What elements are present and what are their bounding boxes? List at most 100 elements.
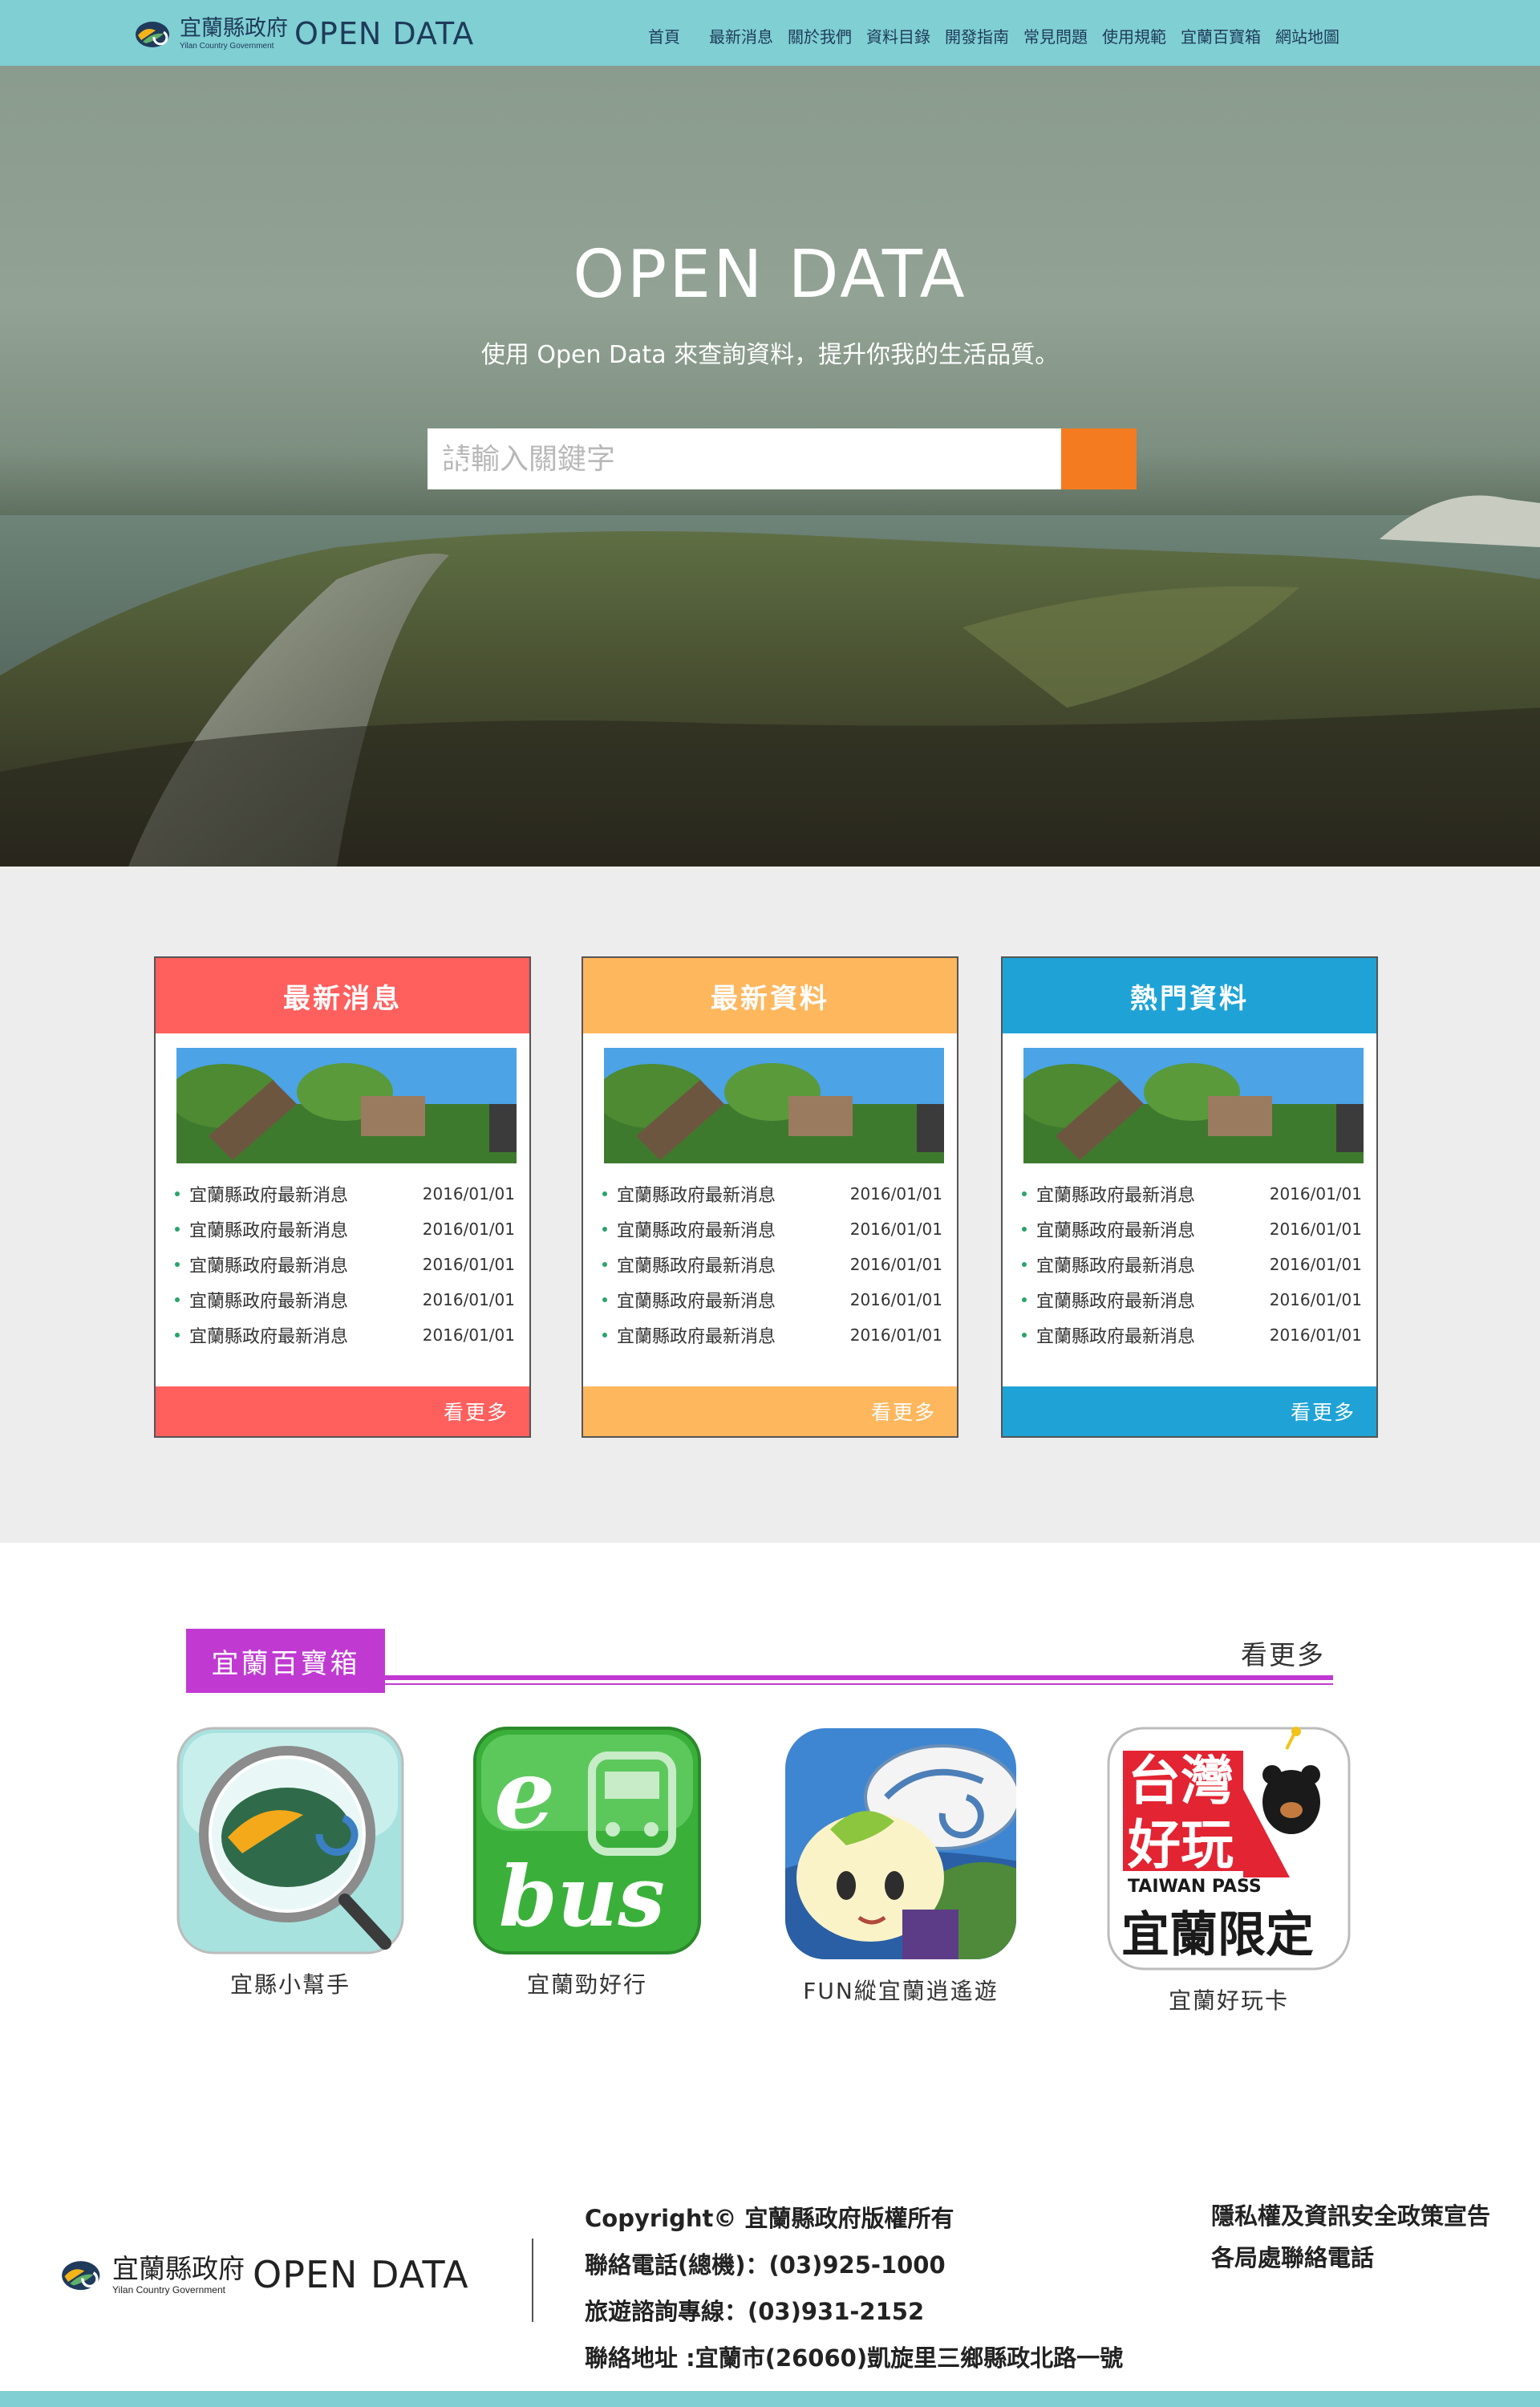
panel-header: 最新資料 (583, 958, 957, 1033)
ebus-icon: e bus (473, 1727, 701, 1954)
nav-about[interactable]: 關於我們 (788, 24, 852, 47)
panel-photo (1023, 1048, 1364, 1163)
site-logo[interactable]: 宜蘭縣政府 Yilan Country Government OPEN DATA (135, 13, 474, 55)
yilan-logo-icon (136, 22, 169, 47)
item-title: 宜蘭縣政府最新消息 (175, 1287, 348, 1313)
see-more-button[interactable]: 看更多 (1003, 1386, 1376, 1436)
list-item[interactable]: 宜蘭縣政府最新消息 2016/01/01 (602, 1282, 942, 1317)
address-text: 聯絡地址 :宜蘭市(26060)凱旋里三鄉縣政北路一號 (585, 2344, 1124, 2372)
list-item[interactable]: 宜蘭縣政府最新消息 2016/01/01 (175, 1212, 515, 1247)
nav-dev-guide[interactable]: 開發指南 (945, 24, 1009, 47)
list-item[interactable]: 宜蘭縣政府最新消息 2016/01/01 (1022, 1247, 1362, 1282)
item-title: 宜蘭縣政府最新消息 (1022, 1181, 1195, 1207)
info-panels: 最新消息 宜蘭縣政府最新消息 2016/01/01 宜蘭縣政府最新消息 2016/0… (0, 867, 1540, 1543)
copyright-text: Copyright© 宜蘭縣政府版權所有 (585, 2205, 954, 2232)
app-fun-yilan-tour[interactable]: FUN縱宜蘭逍遙遊 (782, 1725, 1019, 2006)
item-title: 宜蘭縣政府最新消息 (175, 1181, 348, 1207)
app-ebus[interactable]: e bus 宜蘭勁好行 (472, 1725, 703, 1999)
panel-photo (604, 1048, 944, 1163)
see-more-button[interactable]: 看更多 (583, 1386, 957, 1436)
item-date: 2016/01/01 (422, 1325, 515, 1345)
item-date: 2016/01/01 (849, 1255, 942, 1274)
nav-sitemap[interactable]: 網站地圖 (1275, 24, 1339, 47)
search-bar (428, 428, 1137, 489)
item-title: 宜蘭縣政府最新消息 (1022, 1216, 1195, 1242)
footer-contact-info: Copyright© 宜蘭縣政府版權所有 聯絡電話(總機)：(03)925-10… (585, 2195, 1123, 2381)
tour-hotline-text: 旅遊諮詢專線：(03)931-2152 (585, 2298, 925, 2325)
privacy-policy-link[interactable]: 隱私權及資訊安全政策宣告 (1211, 2195, 1490, 2237)
list-item[interactable]: 宜蘭縣政府最新消息 2016/01/01 (175, 1247, 515, 1282)
item-date: 2016/01/01 (1269, 1184, 1362, 1204)
panel-latest-news: 最新消息 宜蘭縣政府最新消息 2016/01/01 宜蘭縣政府最新消息 2016/0… (154, 956, 531, 1438)
app-label: 宜縣小幫手 (229, 1971, 351, 1998)
toolbox-header: 宜蘭百寶箱 看更多 (186, 1629, 1333, 1693)
yilan-logo-icon (62, 2261, 100, 2291)
nav-faq[interactable]: 常見問題 (1023, 24, 1088, 47)
footer-links: 隱私權及資訊安全政策宣告 各局處聯絡電話 (1211, 2195, 1490, 2279)
logo-chinese-name: 宜蘭縣政府 (180, 15, 288, 41)
data-list: 宜蘭縣政府最新消息 2016/01/01 宜蘭縣政府最新消息 2016/01/01 … (602, 1176, 942, 1353)
search-input[interactable] (428, 428, 1061, 489)
list-item[interactable]: 宜蘭縣政府最新消息 2016/01/01 (602, 1176, 942, 1212)
item-title: 宜蘭縣政府最新消息 (1022, 1252, 1195, 1277)
pass-text-yilan-only: 宜蘭限定 (1121, 1907, 1314, 1963)
toolbox-title: 宜蘭百寶箱 (186, 1629, 385, 1693)
nav-home[interactable]: 首頁 (648, 24, 680, 47)
item-title: 宜蘭縣政府最新消息 (602, 1252, 776, 1277)
item-title: 宜蘭縣政府最新消息 (602, 1181, 776, 1207)
list-item[interactable]: 宜蘭縣政府最新消息 2016/01/01 (602, 1212, 942, 1247)
magnifier-logo-icon (176, 1727, 404, 1954)
nav-terms[interactable]: 使用規範 (1102, 24, 1166, 47)
item-date: 2016/01/01 (849, 1325, 942, 1345)
item-date: 2016/01/01 (1269, 1290, 1362, 1309)
footer-divider (532, 2239, 533, 2322)
header: 宜蘭縣政府 Yilan Country Government OPEN DATA… (0, 0, 1540, 66)
list-item[interactable]: 宜蘭縣政府最新消息 2016/01/01 (1022, 1317, 1362, 1353)
toolbox-see-more-link[interactable]: 看更多 (1241, 1634, 1325, 1672)
item-title: 宜蘭縣政府最新消息 (602, 1322, 776, 1348)
item-date: 2016/01/01 (849, 1290, 942, 1309)
footer-logo-open-data: OPEN DATA (253, 2253, 469, 2296)
popular-list: 宜蘭縣政府最新消息 2016/01/01 宜蘭縣政府最新消息 2016/01/01 … (1022, 1176, 1362, 1353)
list-item[interactable]: 宜蘭縣政府最新消息 2016/01/01 (175, 1282, 515, 1317)
news-list: 宜蘭縣政府最新消息 2016/01/01 宜蘭縣政府最新消息 2016/01/01 … (175, 1176, 515, 1353)
item-date: 2016/01/01 (849, 1220, 942, 1239)
nav-toolbox[interactable]: 宜蘭百寶箱 (1181, 24, 1261, 47)
item-title: 宜蘭縣政府最新消息 (602, 1216, 776, 1242)
department-contacts-link[interactable]: 各局處聯絡電話 (1211, 2237, 1490, 2279)
nav-news[interactable]: 最新消息 (709, 24, 773, 47)
app-yilan-fun-card[interactable]: 台灣 好玩 TAIWAN PASS 宜蘭限定 宜蘭好玩卡 (1105, 1725, 1352, 2015)
ebus-bus-text: bus (499, 1847, 665, 1946)
see-more-button[interactable]: 看更多 (156, 1386, 529, 1436)
list-item[interactable]: 宜蘭縣政府最新消息 2016/01/01 (175, 1176, 515, 1212)
pass-text-en: TAIWAN PASS (1128, 1877, 1262, 1897)
nav-catalog[interactable]: 資料目錄 (866, 24, 930, 47)
mascot-icon (785, 1728, 1016, 1959)
taiwan-pass-icon: 台灣 好玩 TAIWAN PASS 宜蘭限定 (1107, 1727, 1351, 1971)
list-item[interactable]: 宜蘭縣政府最新消息 2016/01/01 (602, 1317, 942, 1353)
list-item[interactable]: 宜蘭縣政府最新消息 2016/01/01 (1022, 1282, 1362, 1317)
item-title: 宜蘭縣政府最新消息 (175, 1252, 348, 1277)
hero-banner: OPEN DATA 使用 Open Data 來查詢資料，提升你我的生活品質。 (0, 66, 1540, 867)
panel-header: 熱門資料 (1003, 958, 1376, 1033)
list-item[interactable]: 宜蘭縣政府最新消息 2016/01/01 (1022, 1176, 1362, 1212)
item-date: 2016/01/01 (422, 1255, 515, 1274)
item-date: 2016/01/01 (1269, 1220, 1362, 1239)
pass-text-taiwan: 台灣 (1128, 1750, 1234, 1812)
footer-logo-english: Yilan Country Government (112, 2283, 225, 2295)
item-date: 2016/01/01 (422, 1220, 515, 1239)
app-label: 宜蘭好玩卡 (1168, 1987, 1289, 2014)
footer-bar (0, 2391, 1540, 2407)
item-date: 2016/01/01 (849, 1184, 942, 1204)
app-label: FUN縱宜蘭逍遙遊 (803, 1978, 999, 2004)
footer-logo-chinese: 宜蘭縣政府 (112, 2252, 245, 2284)
list-item[interactable]: 宜蘭縣政府最新消息 2016/01/01 (175, 1317, 515, 1353)
main-nav: 首頁 最新消息 關於我們 資料目錄 開發指南 常見問題 使用規範 宜蘭百寶箱 網… (648, 24, 1354, 47)
footer-logo[interactable]: 宜蘭縣政府 Yilan Country Government OPEN DATA (61, 2253, 469, 2296)
app-yilan-helper[interactable]: 宜縣小幫手 (175, 1725, 406, 1999)
list-item[interactable]: 宜蘭縣政府最新消息 2016/01/01 (1022, 1212, 1362, 1247)
search-button[interactable] (432, 428, 1137, 489)
hero-subtitle: 使用 Open Data 來查詢資料，提升你我的生活品質。 (480, 341, 1060, 369)
list-item[interactable]: 宜蘭縣政府最新消息 2016/01/01 (602, 1247, 942, 1282)
item-title: 宜蘭縣政府最新消息 (602, 1287, 776, 1313)
